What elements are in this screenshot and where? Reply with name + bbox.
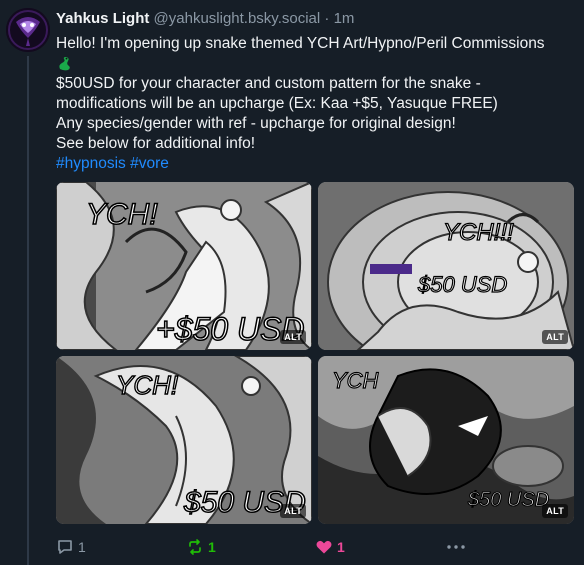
handle[interactable]: @yahkuslight.bsky.social bbox=[154, 10, 321, 27]
separator-dot: · bbox=[324, 10, 330, 27]
reply-button[interactable]: 1 bbox=[56, 536, 86, 558]
heart-icon bbox=[315, 538, 333, 556]
image-4-price: $50 USD bbox=[467, 489, 549, 511]
ellipsis-icon bbox=[445, 538, 467, 556]
image-2[interactable]: YCH!!! $50 USD ALT bbox=[318, 182, 574, 350]
image-3-ych: YCH! bbox=[116, 370, 178, 400]
post-line: See below for additional info! bbox=[56, 135, 256, 152]
image-grid: YCH! +$50 USD ALT YCH!!! $50 USD ALT YCH… bbox=[56, 182, 574, 526]
timestamp[interactable]: 1m bbox=[334, 10, 355, 27]
post-line: modifications will be an upcharge (Ex: K… bbox=[56, 95, 498, 112]
more-button[interactable] bbox=[445, 536, 467, 558]
image-2-ych: YCH!!! bbox=[443, 219, 514, 246]
repost-count: 1 bbox=[208, 539, 216, 555]
display-name[interactable]: Yahkus Light bbox=[56, 10, 149, 27]
reply-icon bbox=[56, 538, 74, 556]
alt-badge[interactable]: ALT bbox=[542, 330, 568, 344]
image-1[interactable]: YCH! +$50 USD ALT bbox=[56, 182, 312, 350]
repost-icon bbox=[186, 538, 204, 556]
alt-badge[interactable]: ALT bbox=[280, 330, 306, 344]
image-3[interactable]: YCH! $50 USD ALT bbox=[56, 356, 312, 524]
image-2-price: $50 USD bbox=[417, 272, 507, 297]
hashtag-vore[interactable]: #vore bbox=[130, 155, 169, 172]
thread-line bbox=[27, 56, 29, 565]
post-line: Hello! I'm opening up snake themed YCH A… bbox=[56, 35, 545, 52]
alt-badge[interactable]: ALT bbox=[280, 504, 306, 518]
like-count: 1 bbox=[337, 539, 345, 555]
post-line: Any species/gender with ref - upcharge f… bbox=[56, 115, 456, 132]
image-4-ych: YCH bbox=[332, 368, 379, 393]
repost-button[interactable]: 1 bbox=[186, 536, 216, 558]
post-line: $50USD for your character and custom pat… bbox=[56, 75, 481, 92]
post-header: Yahkus Light @yahkuslight.bsky.social · … bbox=[56, 10, 354, 28]
action-bar: 1 1 1 bbox=[56, 536, 576, 558]
reply-count: 1 bbox=[78, 539, 86, 555]
snake-emoji-icon bbox=[56, 54, 576, 74]
image-1-ych: YCH! bbox=[86, 198, 158, 231]
alt-badge[interactable]: ALT bbox=[542, 504, 568, 518]
post[interactable]: Yahkus Light @yahkuslight.bsky.social · … bbox=[0, 0, 584, 565]
hashtag-hypnosis[interactable]: #hypnosis bbox=[56, 155, 126, 172]
hashtag-line: #hypnosis #vore bbox=[56, 154, 576, 174]
avatar[interactable] bbox=[6, 8, 50, 52]
like-button[interactable]: 1 bbox=[315, 536, 345, 558]
post-text: Hello! I'm opening up snake themed YCH A… bbox=[56, 34, 576, 174]
image-4[interactable]: YCH $50 USD ALT bbox=[318, 356, 574, 524]
